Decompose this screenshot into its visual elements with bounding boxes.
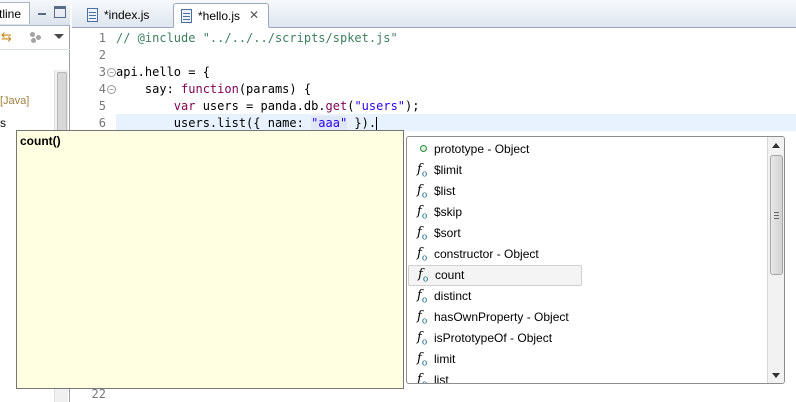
proposal-item[interactable]: prototype - Object <box>408 139 768 160</box>
comment: // @include "../../../scripts/spket.js" <box>116 31 398 45</box>
scroll-down-icon[interactable] <box>772 373 780 378</box>
tab-label: *hello.js <box>198 9 241 23</box>
minimize-icon[interactable] <box>36 6 48 18</box>
outline-tab[interactable]: tline <box>0 2 30 24</box>
line-number: 2 <box>98 48 106 62</box>
close-icon[interactable]: ✕ <box>249 9 261 21</box>
code-line: var users = panda.db.get("users"); <box>116 98 420 115</box>
proposal-label: prototype - Object <box>434 142 530 156</box>
proposal-item[interactable]: fo distinct <box>408 286 768 307</box>
editor-tab-bar: *index.js *hello.js ✕ <box>72 0 796 28</box>
keyword: function <box>181 82 239 96</box>
proposal-label: count <box>435 268 465 282</box>
proposal-item[interactable]: folist <box>408 370 768 384</box>
content-assist-popup[interactable]: prototype - Object fo $limit fo $list fo $s… <box>406 136 785 384</box>
proposal-item[interactable]: fo $limit <box>408 160 768 181</box>
line-number: 4 <box>98 82 106 96</box>
js-file-icon <box>87 8 98 22</box>
proposal-label: isPrototypeOf - Object <box>434 331 553 345</box>
proposal-label: constructor - Object <box>434 247 539 261</box>
line-number: 1 <box>98 31 106 45</box>
sort-icon[interactable]: ⇆ <box>1 30 15 44</box>
code-text: (params) { <box>238 82 312 96</box>
proposal-item[interactable]: fo $sort <box>408 223 768 244</box>
tab-index-js[interactable]: *index.js <box>80 3 176 28</box>
filter-icon[interactable] <box>30 32 43 44</box>
property-icon <box>420 145 427 152</box>
code-line: say: function(params) { <box>116 81 311 98</box>
proposal-label: $skip <box>434 205 463 219</box>
js-file-icon <box>181 9 192 23</box>
outline-tab-bar: tline <box>0 0 70 26</box>
outline-scroll-thumb[interactable] <box>57 72 67 132</box>
fold-toggle-icon[interactable]: − <box>107 85 116 94</box>
line-number: 5 <box>98 99 106 113</box>
tab-hello-js[interactable]: *hello.js ✕ <box>173 3 269 28</box>
documentation-popup: count() <box>16 130 404 389</box>
proposal-item[interactable]: fo hasOwnProperty - Object <box>408 307 768 328</box>
outline-java-label: [Java] <box>0 95 30 107</box>
proposal-item[interactable]: fo isPrototypeOf - Object <box>408 328 768 349</box>
proposal-label: hasOwnProperty - Object <box>434 310 569 324</box>
code-line: api.hello = { <box>116 65 210 79</box>
documentation-title: count() <box>20 134 61 148</box>
proposal-scrollbar[interactable] <box>767 137 784 383</box>
code-text: users.list({ name: <box>116 116 312 130</box>
keyword: var <box>173 99 196 113</box>
proposal-label: $list <box>434 184 456 198</box>
code-text: users = panda.db. <box>195 99 326 113</box>
proposal-item[interactable]: fo constructor - Object <box>408 244 768 265</box>
scroll-thumb[interactable] <box>770 155 783 275</box>
method-name: get <box>325 99 348 113</box>
code-text: ); <box>405 99 420 113</box>
string-literal: "users" <box>354 99 406 113</box>
maximize-icon[interactable] <box>54 6 66 18</box>
function-icon: fo <box>417 372 427 384</box>
outline-item[interactable]: s <box>0 116 6 130</box>
proposal-label: $sort <box>434 226 461 240</box>
code-line: // @include "../../../scripts/spket.js" <box>116 30 398 47</box>
code-text: say: <box>116 82 182 96</box>
grip-icon <box>774 212 779 219</box>
proposal-label: list <box>434 373 449 384</box>
text-cursor <box>376 116 378 131</box>
line-number: 3 <box>98 65 106 79</box>
tab-label: *index.js <box>104 8 150 22</box>
fold-toggle-icon[interactable]: − <box>107 68 116 77</box>
code-text: }). <box>347 116 377 130</box>
proposal-item[interactable]: fo $skip <box>408 202 768 223</box>
proposal-label: distinct <box>434 289 472 303</box>
proposal-item-selected[interactable]: fo count <box>408 265 582 286</box>
proposal-item[interactable]: fo limit <box>408 349 768 370</box>
proposal-label: limit <box>434 352 456 366</box>
scroll-up-icon[interactable] <box>772 143 780 148</box>
proposal-label: $limit <box>434 163 463 177</box>
view-menu-icon[interactable] <box>54 34 64 39</box>
proposal-item[interactable]: fo $list <box>408 181 768 202</box>
string-literal: "aaa" <box>311 116 348 130</box>
